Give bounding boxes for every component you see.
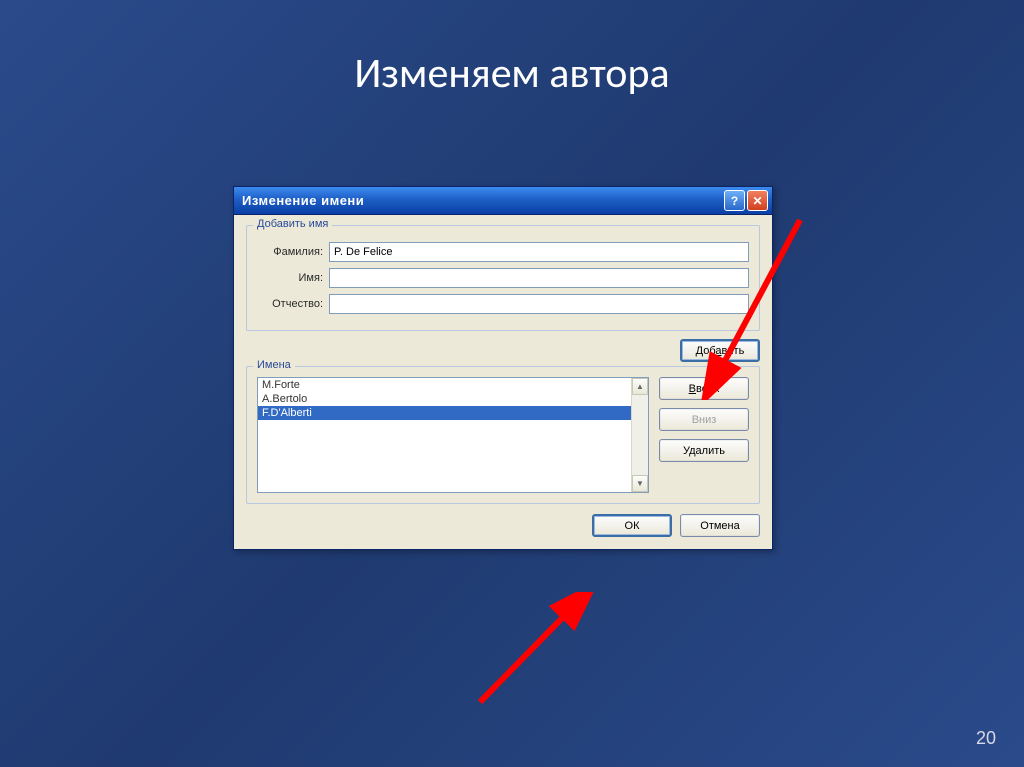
names-group: Имена M.ForteA.BertoloF.D'Alberti ▲ ▼ Вв… bbox=[246, 366, 760, 504]
add-name-group: Добавить имя Фамилия: Имя: Отчество: bbox=[246, 225, 760, 331]
down-button[interactable]: Вниз bbox=[659, 408, 749, 431]
middle-input[interactable] bbox=[329, 294, 749, 314]
close-icon[interactable]: ✕ bbox=[747, 190, 768, 211]
names-legend: Имена bbox=[253, 359, 295, 371]
titlebar-text: Изменение имени bbox=[242, 193, 724, 208]
surname-input[interactable] bbox=[329, 242, 749, 262]
surname-label: Фамилия: bbox=[257, 246, 329, 258]
list-item[interactable]: A.Bertolo bbox=[258, 392, 631, 406]
cancel-button[interactable]: Отмена bbox=[680, 514, 760, 537]
name-label: Имя: bbox=[257, 272, 329, 284]
titlebar[interactable]: Изменение имени ? ✕ bbox=[234, 187, 772, 215]
list-item[interactable]: F.D'Alberti bbox=[258, 406, 631, 420]
scroll-down-icon[interactable]: ▼ bbox=[632, 475, 648, 492]
list-item[interactable]: M.Forte bbox=[258, 378, 631, 392]
help-icon[interactable]: ? bbox=[724, 190, 745, 211]
slide-number: 20 bbox=[976, 728, 996, 749]
slide-title: Изменяем автора bbox=[0, 0, 1024, 99]
add-name-legend: Добавить имя bbox=[253, 218, 332, 230]
arrow-annotation-icon bbox=[470, 592, 610, 712]
middle-label: Отчество: bbox=[257, 298, 329, 310]
edit-name-dialog: Изменение имени ? ✕ Добавить имя Фамилия… bbox=[233, 186, 773, 550]
listbox-scrollbar[interactable]: ▲ ▼ bbox=[631, 378, 648, 492]
name-input[interactable] bbox=[329, 268, 749, 288]
delete-button[interactable]: Удалить bbox=[659, 439, 749, 462]
up-button[interactable]: Вверх bbox=[659, 377, 749, 400]
add-button[interactable]: Добавить bbox=[680, 339, 760, 362]
ok-button[interactable]: ОК bbox=[592, 514, 672, 537]
scroll-up-icon[interactable]: ▲ bbox=[632, 378, 648, 395]
names-listbox[interactable]: M.ForteA.BertoloF.D'Alberti ▲ ▼ bbox=[257, 377, 649, 493]
